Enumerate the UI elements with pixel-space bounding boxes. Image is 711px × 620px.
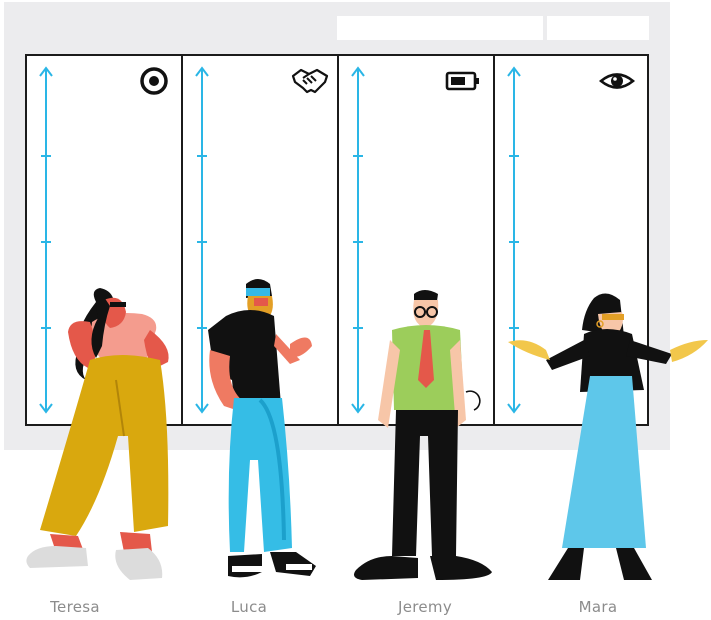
people-illustration	[26, 279, 708, 580]
person-name-jeremy: Jeremy	[397, 598, 452, 616]
person-name-teresa: Teresa	[50, 598, 100, 616]
figure-mara	[508, 293, 708, 580]
figure-jeremy	[354, 290, 492, 580]
person-name-mara: Mara	[578, 598, 618, 616]
person-name-luca: Luca	[230, 598, 268, 616]
figure-luca	[208, 279, 316, 578]
figure-teresa	[26, 288, 169, 580]
